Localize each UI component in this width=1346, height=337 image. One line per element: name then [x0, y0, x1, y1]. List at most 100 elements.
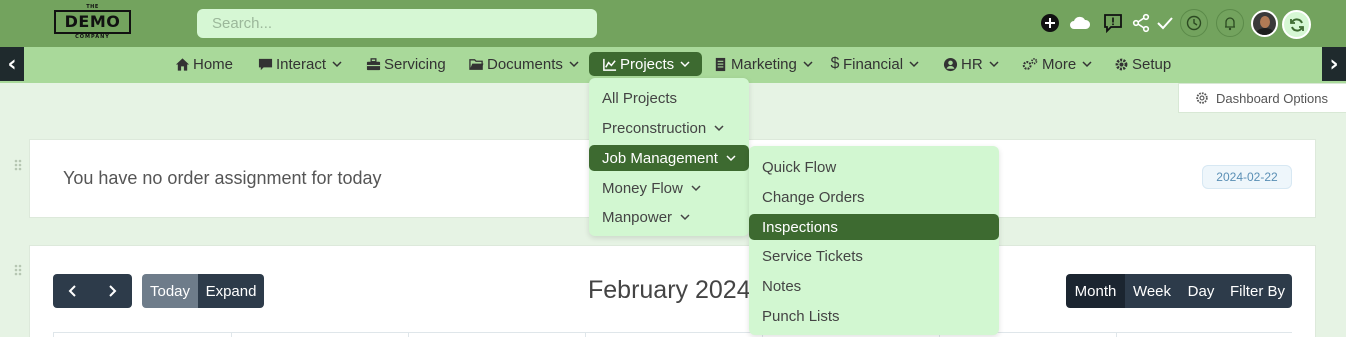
- today-button[interactable]: Today: [142, 274, 198, 308]
- expand-button[interactable]: Expand: [198, 274, 264, 308]
- chevron-down-icon: [803, 59, 813, 69]
- chevron-down-icon: [989, 59, 999, 69]
- clock-icon[interactable]: [1180, 9, 1208, 37]
- nav-item-label: Documents: [487, 55, 563, 73]
- menu-item-label: Notes: [762, 277, 802, 295]
- drag-handle-icon[interactable]: [13, 262, 23, 276]
- document-icon: [712, 56, 728, 72]
- menu-item-preconstruction[interactable]: Preconstruction: [589, 115, 749, 141]
- add-icon[interactable]: [1040, 13, 1060, 33]
- comment-icon: [257, 56, 273, 72]
- calendar-prev-button[interactable]: [53, 274, 92, 308]
- nav-item-label: Setup: [1132, 55, 1172, 73]
- menu-item-label: Inspections: [762, 218, 838, 236]
- nav-item-projects[interactable]: Projects: [589, 52, 703, 76]
- view-day-button[interactable]: Day: [1179, 274, 1223, 308]
- menu-item-label: Punch Lists: [762, 307, 840, 325]
- nav-item-servicing[interactable]: Servicing: [365, 52, 446, 76]
- share-icon[interactable]: [1131, 13, 1151, 33]
- menu-item-label: Quick Flow: [762, 158, 837, 176]
- menu-item-job-management[interactable]: Job Management: [589, 145, 749, 171]
- menu-item-label: Preconstruction: [602, 119, 707, 137]
- check-icon[interactable]: [1155, 13, 1175, 33]
- feedback-icon[interactable]: [1103, 13, 1123, 33]
- cogs-icon: [1021, 56, 1039, 72]
- drag-handle-icon[interactable]: [13, 157, 23, 171]
- chevron-down-icon: [714, 123, 724, 133]
- chevron-down-icon: [1082, 59, 1092, 69]
- sync-icon[interactable]: [1282, 10, 1311, 39]
- calendar-nav-group: [53, 274, 132, 308]
- menu-item-all-projects[interactable]: All Projects: [589, 85, 749, 111]
- nav-item-hr[interactable]: HR: [942, 52, 999, 76]
- cloud-icon[interactable]: [1068, 13, 1092, 33]
- user-circle-icon: [942, 56, 958, 72]
- nav-item-marketing[interactable]: Marketing: [712, 52, 813, 76]
- nav-item-interact[interactable]: Interact: [257, 52, 342, 76]
- chevron-down-icon: [909, 59, 919, 69]
- nav-prev-arrow[interactable]: ‹: [0, 47, 24, 81]
- nav-item-home[interactable]: Home: [174, 52, 233, 76]
- date-badge: 2024-02-22: [1202, 165, 1292, 189]
- order-assignment-message: You have no order assignment for today: [63, 168, 382, 188]
- nav-item-financial[interactable]: $ Financial: [830, 52, 919, 76]
- chevron-left-icon: [68, 285, 76, 297]
- dollar-icon: $: [830, 55, 840, 72]
- chevron-down-icon: [680, 59, 690, 69]
- nav-item-label: Financial: [843, 55, 904, 73]
- view-month-button[interactable]: Month: [1066, 274, 1125, 308]
- chevron-down-icon: [332, 59, 342, 69]
- menu-item-label: Money Flow: [602, 179, 683, 197]
- menu-item-label: Change Orders: [762, 188, 865, 206]
- menu-item-inspections[interactable]: Inspections: [749, 214, 999, 240]
- nav-next-arrow[interactable]: ›: [1322, 47, 1346, 81]
- menu-item-quick-flow[interactable]: Quick Flow: [749, 154, 999, 180]
- nav-item-more[interactable]: More: [1021, 52, 1092, 76]
- bell-icon[interactable]: [1216, 9, 1244, 37]
- menu-item-label: All Projects: [602, 89, 678, 107]
- calendar-grid: [53, 332, 1292, 337]
- toolbox-icon: [365, 56, 381, 72]
- menu-item-label: Service Tickets: [762, 247, 863, 265]
- chart-icon: [601, 56, 617, 72]
- calendar-title: February 2024: [588, 276, 751, 304]
- calendar-view-group: Month Week Day Filter By: [1066, 274, 1292, 308]
- menu-item-change-orders[interactable]: Change Orders: [749, 184, 999, 210]
- nav-item-label: More: [1042, 55, 1077, 73]
- dashboard-options-label: Dashboard Options: [1216, 90, 1329, 106]
- nav-item-label: HR: [961, 55, 983, 73]
- home-icon: [174, 56, 190, 72]
- view-week-button[interactable]: Week: [1125, 274, 1179, 308]
- job-management-submenu: Quick Flow Change Orders Inspections Ser…: [749, 146, 999, 335]
- nav-item-label: Interact: [276, 55, 327, 73]
- search-input[interactable]: [197, 9, 597, 38]
- folder-icon: [468, 56, 484, 72]
- filter-by-button[interactable]: Filter By: [1223, 274, 1292, 308]
- calendar-next-button[interactable]: [92, 274, 132, 308]
- company-logo[interactable]: THE DEMO COMPANY: [54, 4, 131, 40]
- gear-icon: [1196, 92, 1208, 104]
- menu-item-service-tickets[interactable]: Service Tickets: [749, 243, 999, 269]
- nav-item-label: Home: [193, 55, 234, 73]
- chevron-down-icon: [726, 153, 736, 163]
- dashboard-options-button[interactable]: Dashboard Options: [1178, 83, 1346, 113]
- gear-icon: [1113, 56, 1129, 72]
- nav-item-label: Projects: [620, 55, 675, 73]
- projects-dropdown-menu: All Projects Preconstruction Job Managem…: [589, 78, 749, 236]
- menu-item-notes[interactable]: Notes: [749, 273, 999, 299]
- menu-item-manpower[interactable]: Manpower: [589, 204, 749, 230]
- menu-item-label: Job Management: [602, 149, 718, 167]
- calendar-today-group: Today Expand: [142, 274, 264, 308]
- nav-item-label: Servicing: [384, 55, 446, 73]
- chevron-down-icon: [680, 212, 690, 222]
- avatar[interactable]: [1251, 10, 1278, 37]
- chevron-right-icon: [109, 285, 117, 297]
- logo-line-3: COMPANY: [75, 34, 110, 40]
- nav-item-documents[interactable]: Documents: [468, 52, 579, 76]
- chevron-down-icon: [569, 59, 579, 69]
- menu-item-money-flow[interactable]: Money Flow: [589, 175, 749, 201]
- logo-line-2: DEMO: [54, 10, 131, 34]
- chevron-down-icon: [691, 183, 701, 193]
- nav-item-setup[interactable]: Setup: [1113, 52, 1171, 76]
- menu-item-punch-lists[interactable]: Punch Lists: [749, 303, 999, 329]
